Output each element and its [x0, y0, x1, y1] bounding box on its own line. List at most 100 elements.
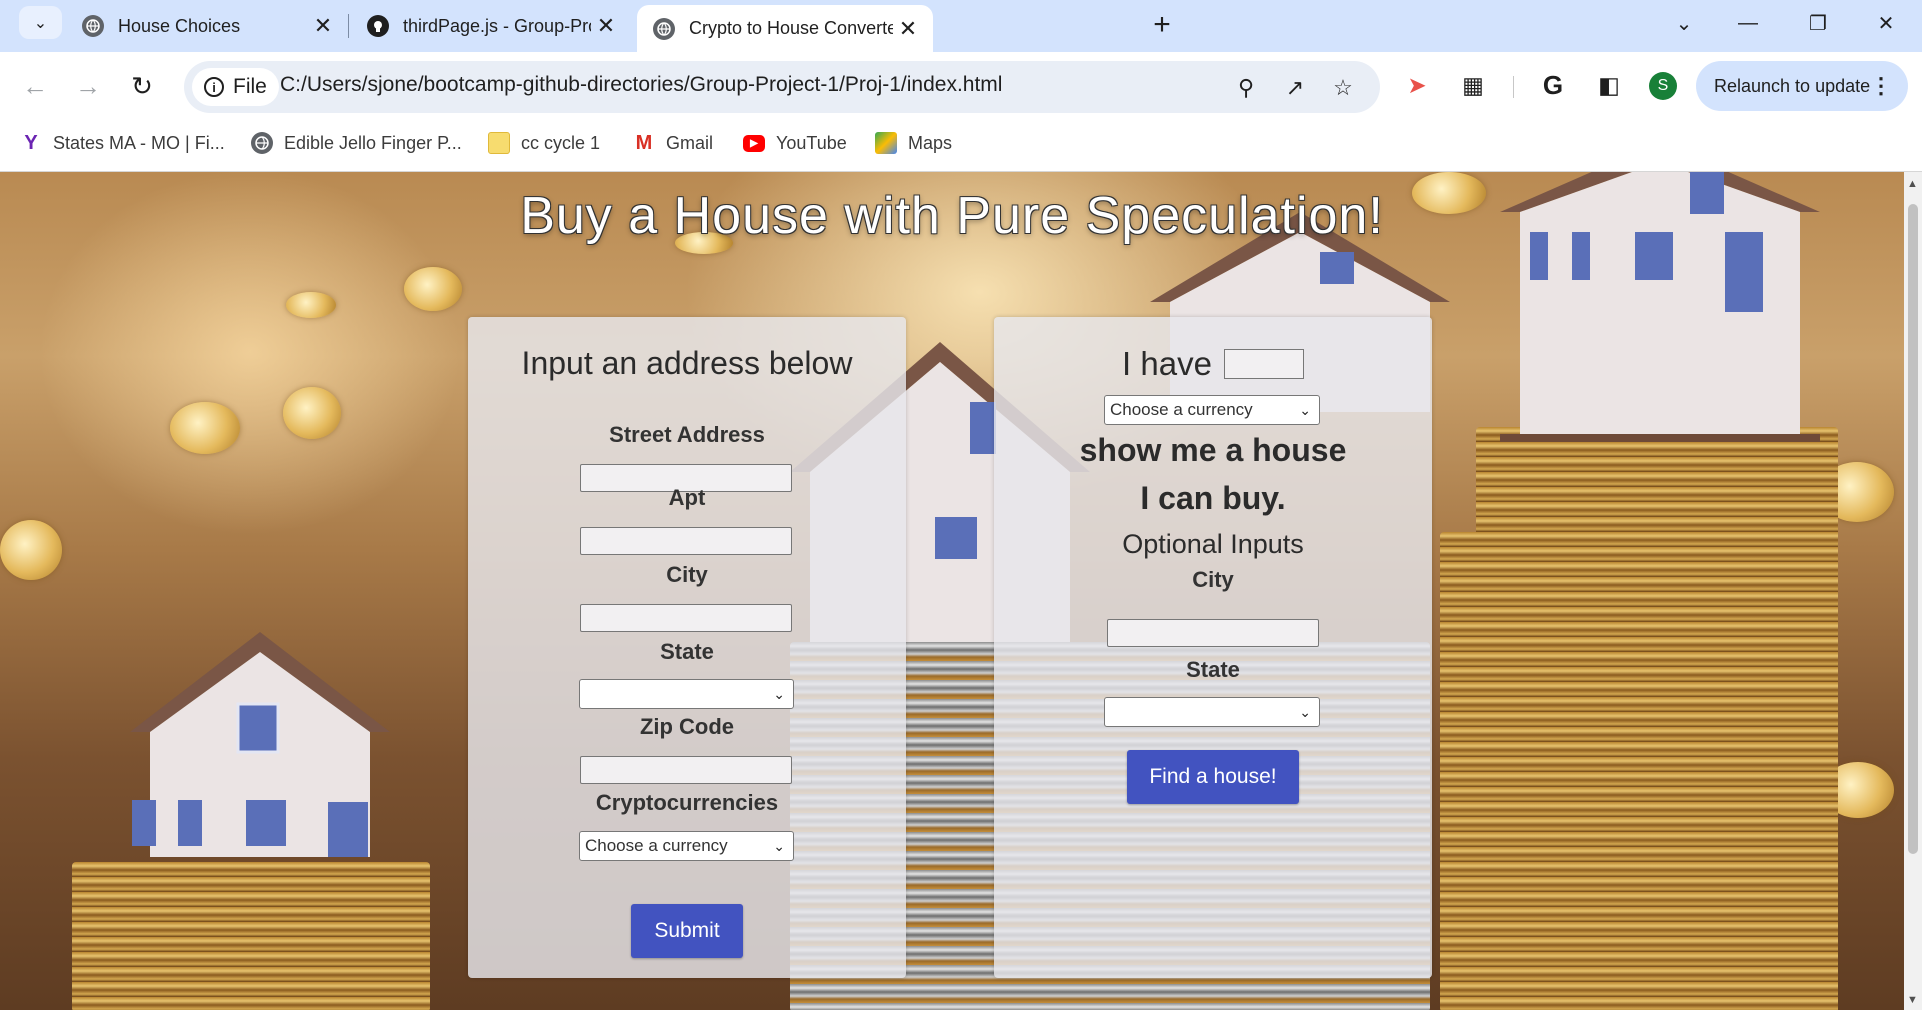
address-form-panel: Input an address below Street Address Ap… [468, 317, 906, 978]
profile-avatar[interactable]: S [1649, 72, 1677, 100]
currency-select-value: Choose a currency [1110, 400, 1253, 419]
zoom-button[interactable]: ⚲ [1231, 73, 1261, 103]
coin-graphic [286, 292, 336, 318]
reload-button[interactable]: ↻ [124, 68, 160, 104]
scroll-up-icon[interactable]: ▲ [1907, 178, 1918, 190]
chip-label: File [233, 75, 267, 98]
street-address-label: Street Address [609, 422, 765, 447]
tab-divider [348, 14, 349, 38]
cryptocurrencies-label: Cryptocurrencies [595, 790, 779, 815]
bookmark-item[interactable]: Maps [875, 129, 952, 157]
share-button[interactable]: ↗ [1280, 73, 1310, 103]
city-input[interactable] [1107, 619, 1319, 647]
extension-arrow-icon: ➤ [1407, 71, 1427, 98]
scroll-down-icon[interactable]: ▼ [1907, 994, 1918, 1006]
close-icon: ✕ [1877, 12, 1895, 35]
submit-button[interactable]: Submit [631, 904, 743, 958]
extensions-button[interactable]: ▦ [1456, 68, 1490, 102]
side-panel-button[interactable]: ◧ [1592, 68, 1626, 102]
bookmark-item[interactable]: cc cycle 1 [488, 129, 600, 157]
bookmark-item[interactable]: M Gmail [633, 129, 713, 157]
tab-strip: ⌄ House Choices ✕ thirdPage.js - Group-P… [0, 0, 1922, 52]
toolbar-divider [1513, 76, 1514, 98]
folder-icon [488, 132, 510, 154]
state-select[interactable]: ⌄ [1104, 697, 1320, 727]
i-have-label: I have [1122, 345, 1212, 382]
globe-icon [82, 15, 104, 37]
side-panel-icon: ◧ [1598, 71, 1620, 98]
site-info-chip[interactable]: i File [192, 68, 279, 106]
coin-graphic [283, 387, 341, 439]
reload-icon: ↻ [131, 70, 153, 101]
converter-panel: I have Choose a currency ⌄ show me a hou… [994, 317, 1432, 978]
tab-title: House Choices [118, 15, 241, 36]
page-viewport: Buy a House with Pure Speculation! Input… [0, 172, 1904, 1010]
find-house-button[interactable]: Find a house! [1127, 750, 1299, 804]
currency-select[interactable]: Choose a currency ⌄ [1104, 395, 1320, 425]
i-have-row: I have [994, 345, 1432, 383]
coin-stack-graphic [72, 862, 430, 1010]
extension-button[interactable]: ➤ [1400, 68, 1434, 102]
relaunch-label: Relaunch to update [1714, 75, 1871, 96]
bookmark-label: YouTube [776, 132, 847, 153]
tab-search-button[interactable]: ⌄ [19, 6, 62, 39]
house-graphic [110, 632, 410, 862]
apt-label: Apt [668, 485, 706, 510]
state-label: State [660, 639, 714, 664]
bookmark-star-button[interactable]: ☆ [1328, 73, 1358, 103]
tab-house-choices[interactable]: House Choices ✕ [66, 5, 348, 47]
coin-graphic [404, 267, 462, 311]
bookmark-item[interactable]: ▶ YouTube [743, 129, 847, 157]
maps-icon [875, 132, 897, 154]
url-text[interactable]: C:/Users/sjone/bootcamp-github-directori… [280, 73, 1002, 97]
tab-thirdpage[interactable]: thirdPage.js - Group-Project-1 [C ✕ [351, 5, 631, 47]
bookmark-item[interactable]: Edible Jello Finger P... [251, 129, 462, 157]
address-bar[interactable]: i File C:/Users/sjone/bootcamp-github-di… [184, 61, 1380, 113]
bookmark-label: cc cycle 1 [521, 132, 601, 153]
minimize-button[interactable]: — [1724, 8, 1772, 38]
info-icon: i [204, 77, 224, 97]
relaunch-button[interactable]: Relaunch to update ⋮ [1696, 61, 1908, 111]
close-window-button[interactable]: ✕ [1862, 8, 1910, 38]
page-scrollbar[interactable]: ▲ ▼ [1904, 172, 1922, 1010]
zip-code-label: Zip Code [639, 714, 735, 739]
restore-icon: ❐ [1809, 12, 1827, 35]
globe-icon [653, 17, 675, 40]
coin-graphic [0, 520, 62, 580]
show-me-text: show me a house [1079, 432, 1347, 468]
google-button[interactable]: G [1536, 68, 1570, 102]
gmail-icon: M [635, 131, 653, 154]
restore-button[interactable]: ❐ [1794, 8, 1842, 38]
bookmark-item[interactable]: Y States MA - MO | Fi... [20, 129, 224, 157]
address-form-heading: Input an address below [521, 345, 853, 381]
close-icon[interactable]: ✕ [591, 13, 621, 39]
arrow-left-icon: ← [22, 70, 48, 101]
zip-code-input[interactable] [580, 756, 792, 784]
scrollbar-thumb[interactable] [1908, 204, 1918, 854]
forward-button[interactable]: → [70, 68, 106, 104]
puzzle-icon: ▦ [1462, 71, 1484, 98]
star-icon: ☆ [1333, 75, 1353, 100]
close-icon[interactable]: ✕ [893, 16, 923, 42]
amount-input[interactable] [1223, 349, 1304, 379]
globe-icon [251, 132, 273, 154]
magnifier-icon: ⚲ [1237, 75, 1255, 100]
tab-crypto-converter[interactable]: Crypto to House Converter ✕ [637, 5, 933, 52]
tab-title: Crypto to House Converter [689, 18, 893, 38]
city-label: City [1192, 567, 1234, 592]
apt-input[interactable] [580, 527, 792, 555]
tab-title: thirdPage.js - Group-Project-1 [C [403, 15, 591, 36]
back-button[interactable]: ← [17, 68, 53, 104]
city-label: City [666, 562, 708, 587]
coin-stack-graphic [1440, 532, 1500, 1010]
state-select[interactable]: ⌄ [579, 679, 794, 709]
crypto-select-value: Choose a currency [585, 836, 728, 855]
crypto-select[interactable]: Choose a currency ⌄ [579, 831, 794, 861]
close-icon[interactable]: ✕ [308, 13, 338, 39]
new-tab-button[interactable]: + [1142, 5, 1182, 45]
tab-list-button[interactable]: ⌄ [1660, 8, 1708, 38]
city-input[interactable] [580, 604, 792, 632]
page-title: Buy a House with Pure Speculation! [520, 187, 1384, 245]
chevron-down-icon: ⌄ [33, 14, 48, 32]
chevron-down-icon: ⌄ [773, 686, 785, 702]
